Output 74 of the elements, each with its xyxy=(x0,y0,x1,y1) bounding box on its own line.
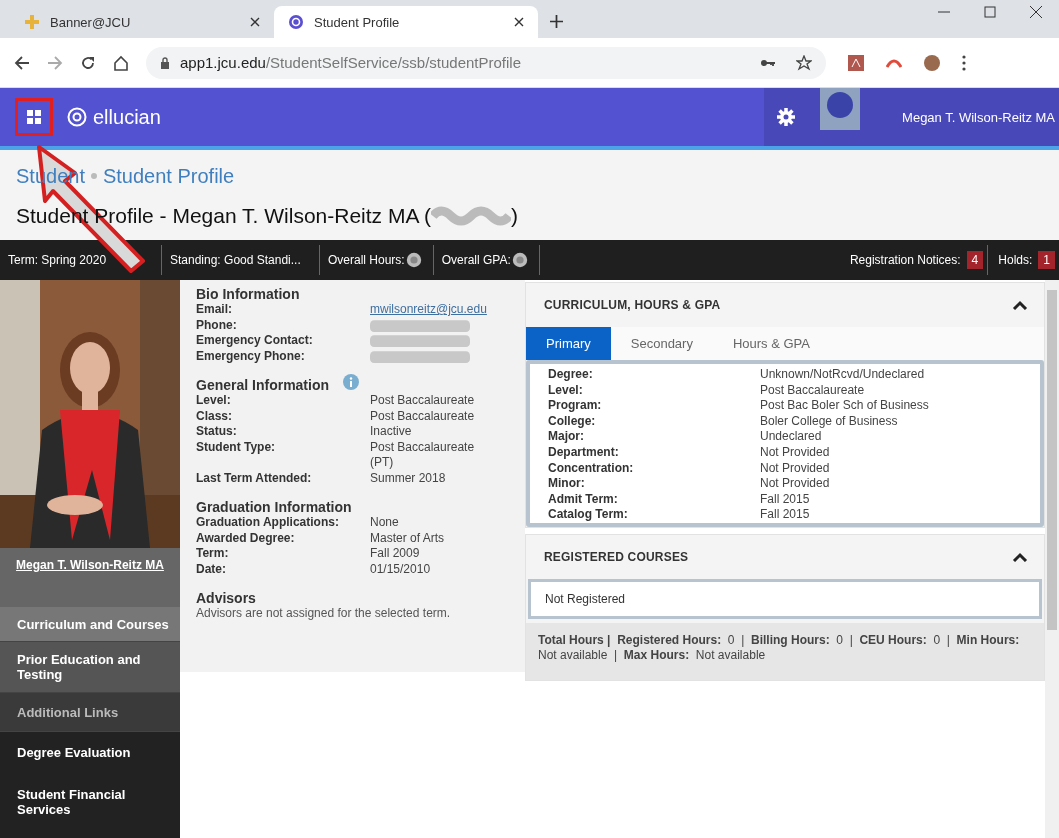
field-label: Department: xyxy=(548,444,620,461)
sidebar-item[interactable]: Prior Education and Testing xyxy=(0,642,180,693)
field-label: Date: xyxy=(196,561,227,577)
summary-item: Overall Hours: xyxy=(328,253,405,267)
sidebar-item[interactable]: Additional Links xyxy=(0,693,180,732)
panel-tab[interactable]: Secondary xyxy=(610,327,713,360)
field-value: Fall 2015 xyxy=(760,491,810,508)
summary-label: Holds: xyxy=(998,253,1033,267)
field-value: Post Baccalaureate xyxy=(760,382,865,399)
field-value: Post Baccalaureate (PT) xyxy=(370,439,476,471)
field-label: Email: xyxy=(196,302,233,318)
page-title-end: ) xyxy=(511,204,519,228)
field-label: Degree: xyxy=(548,367,594,383)
empty-message: Not Registered xyxy=(545,591,626,606)
field-label: Major: xyxy=(548,429,585,445)
field-label: Term: xyxy=(196,546,230,562)
field-label: Program: xyxy=(548,398,603,414)
count-badge[interactable]: 1 xyxy=(1038,251,1055,269)
profile-name-link[interactable]: Megan T. Wilson-Reitz MA xyxy=(16,558,164,572)
field-label: Catalog Term: xyxy=(548,507,629,523)
section-title: Advisors xyxy=(196,590,256,606)
field-label: Concentration: xyxy=(548,460,635,477)
email-link[interactable]: mwilsonreitz@jcu.edu xyxy=(370,302,500,318)
field-value: Undeclared xyxy=(760,429,822,445)
field-value: 01/15/2010 xyxy=(370,561,432,577)
field-value: None xyxy=(370,515,400,531)
field-value: Post Baccalaureate xyxy=(370,393,476,409)
field-value: Not Provided xyxy=(760,476,830,492)
user-name[interactable]: Megan T. Wilson-Reitz MA xyxy=(902,109,1055,125)
field-value: Post Bac Boler Sch of Business xyxy=(760,398,929,414)
summary-item: Term: Spring 2020 xyxy=(8,253,107,267)
section-title: General Information xyxy=(196,377,330,393)
section-title: Graduation Information xyxy=(196,499,352,515)
field-label: Last Term Attended: xyxy=(196,470,313,486)
section-title: Bio Information xyxy=(196,286,300,302)
field-value: Fall 2009 xyxy=(370,546,421,562)
panel-tab[interactable]: Primary xyxy=(526,327,611,360)
panel-tab[interactable]: Hours & GPA xyxy=(712,327,830,360)
breadcrumb-link[interactable]: Student Profile xyxy=(102,164,235,188)
field-value: Master of Arts xyxy=(370,530,446,546)
field-label: Awarded Degree: xyxy=(196,530,296,546)
field-label: Admit Term: xyxy=(548,491,619,508)
summary-label: Registration Notices: xyxy=(849,253,961,267)
field-label: Status: xyxy=(196,424,238,440)
sidebar-item[interactable]: Curriculum and Courses xyxy=(0,607,180,642)
field-label: Graduation Applications: xyxy=(196,515,340,531)
field-value: Not Provided xyxy=(760,460,830,477)
browser-tab[interactable]: Banner@JCU xyxy=(10,6,274,38)
summary-item: Standing: Good Standi... xyxy=(170,253,301,267)
panel-title: CURRICULUM, HOURS & GPA xyxy=(544,298,721,312)
field-value: Post Baccalaureate xyxy=(370,408,476,424)
count-badge[interactable]: 4 xyxy=(966,251,984,269)
field-label: Level: xyxy=(548,382,584,399)
brand-name: ellucian xyxy=(93,105,161,129)
field-label: Emergency Phone: xyxy=(196,348,306,364)
field-label: Level: xyxy=(196,393,232,409)
field-value: Summer 2018 xyxy=(370,470,447,486)
field-value: Unknown/NotRcvd/Undeclared xyxy=(760,367,925,383)
field-value: Fall 2015 xyxy=(760,507,810,523)
field-label: Phone: xyxy=(196,317,238,333)
field-value: Inactive xyxy=(370,424,413,440)
field-value: Boler College of Business xyxy=(760,413,898,430)
field-label: Student Type: xyxy=(196,439,277,456)
advisors-note: Advisors are not assigned for the selected term. xyxy=(196,606,452,620)
browser-tab[interactable]: Student Profile xyxy=(274,6,538,38)
summary-item: Overall GPA: xyxy=(441,253,511,267)
address-field[interactable]: app1.jcu.edu/StudentSelfService/ssb/studentProfile xyxy=(146,46,826,79)
field-value: Not Provided xyxy=(760,444,830,461)
field-label: Emergency Contact: xyxy=(196,333,314,349)
panel-title: REGISTERED COURSES xyxy=(544,549,689,564)
field-label: Class: xyxy=(196,408,234,424)
field-label: College: xyxy=(548,413,597,430)
field-label: Minor: xyxy=(548,476,586,492)
hours-summary: Total Hours | Registered Hours: 0 | Billing Hours: 0 | CEU Hours: 0 | Min Hours: Not available | Max Hours: Not available xyxy=(538,632,1021,664)
